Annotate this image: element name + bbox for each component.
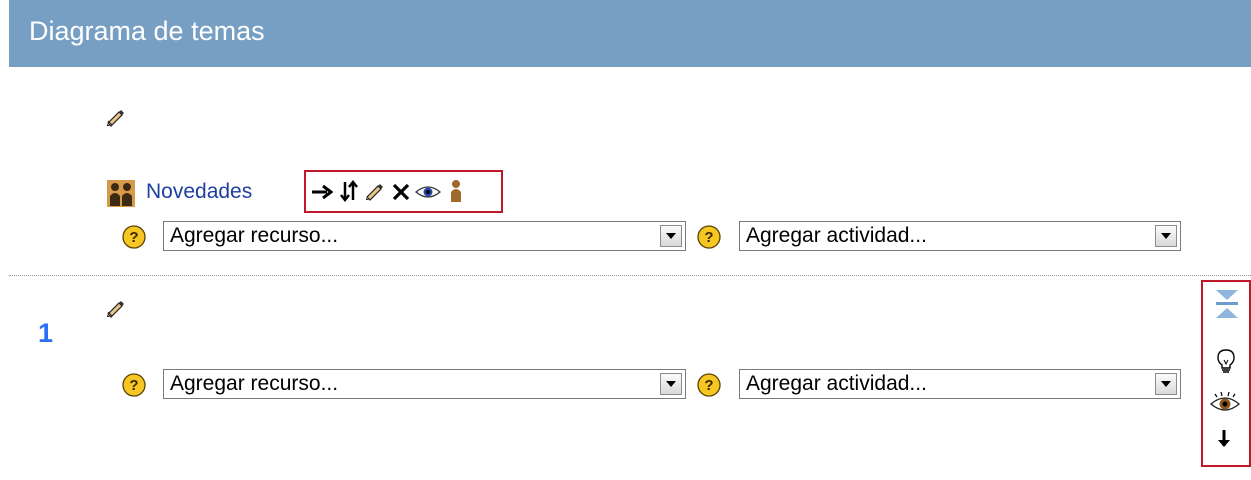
highlight-lightbulb-icon[interactable] xyxy=(1216,348,1236,374)
page-header: Diagrama de temas xyxy=(9,0,1251,67)
edit-icon[interactable] xyxy=(365,181,385,201)
forum-icon xyxy=(107,180,135,207)
dropdown-arrow-icon[interactable] xyxy=(1155,373,1177,395)
add-resource-select[interactable]: Agregar recurso... xyxy=(163,221,686,251)
add-resource-value: Agregar recurso... xyxy=(170,224,339,247)
help-icon[interactable]: ? xyxy=(122,225,146,249)
eye-icon[interactable] xyxy=(1210,391,1240,413)
svg-text:?: ? xyxy=(704,229,713,246)
move-down-icon[interactable] xyxy=(1216,429,1232,449)
page-title: Diagrama de temas xyxy=(29,16,265,46)
help-icon[interactable]: ? xyxy=(122,373,146,397)
add-resource-select[interactable]: Agregar recurso... xyxy=(163,369,686,399)
section-separator xyxy=(9,275,1251,276)
help-icon[interactable]: ? xyxy=(697,373,721,397)
edit-summary-icon[interactable] xyxy=(106,298,126,318)
eye-icon[interactable] xyxy=(415,184,441,200)
add-activity-select[interactable]: Agregar actividad... xyxy=(739,221,1181,251)
arrow-right-icon[interactable] xyxy=(311,183,333,201)
svg-text:?: ? xyxy=(704,377,713,394)
add-resource-value: Agregar recurso... xyxy=(170,372,339,395)
svg-text:?: ? xyxy=(129,229,138,246)
move-updown-icon[interactable] xyxy=(339,180,359,202)
edit-summary-icon[interactable] xyxy=(106,107,126,127)
delete-icon[interactable] xyxy=(391,182,411,202)
dropdown-arrow-icon[interactable] xyxy=(660,225,682,247)
add-activity-value: Agregar actividad... xyxy=(746,372,927,395)
dropdown-arrow-icon[interactable] xyxy=(1155,225,1177,247)
show-only-this-topic-icon[interactable] xyxy=(1213,288,1241,320)
svg-text:?: ? xyxy=(129,377,138,394)
help-icon[interactable]: ? xyxy=(697,225,721,249)
section-number: 1 xyxy=(38,318,54,348)
role-person-icon[interactable] xyxy=(449,179,463,203)
forum-link-novedades[interactable]: Novedades xyxy=(146,178,252,206)
add-activity-value: Agregar actividad... xyxy=(746,224,927,247)
dropdown-arrow-icon[interactable] xyxy=(660,373,682,395)
add-activity-select[interactable]: Agregar actividad... xyxy=(739,369,1181,399)
